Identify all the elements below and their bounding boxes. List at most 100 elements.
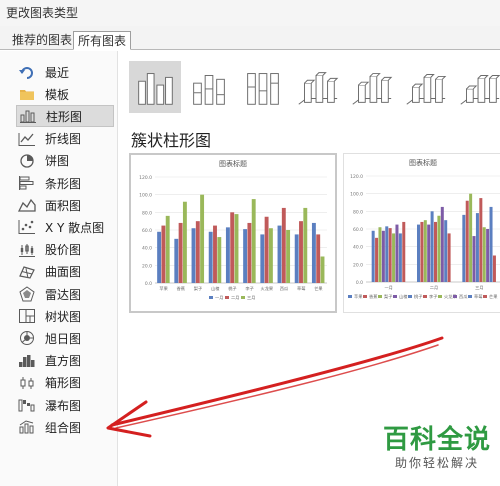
x-tick-label: 苹果 (159, 285, 168, 292)
bar (277, 225, 282, 283)
sidebar-item-8[interactable]: 股价图 (16, 239, 114, 261)
chart-preview-1-svg: 图表标题 0.0 20.0 40.0 60.0 80.0 100.0 120.0 苹果 香蕉 梨子 山… (139, 159, 327, 301)
bar (402, 221, 406, 282)
bar (264, 216, 269, 283)
bar (260, 234, 265, 283)
sidebar-item-4[interactable]: 饼图 (16, 150, 114, 172)
watermark-main: 百科全说 (382, 425, 491, 455)
y-tick-label: 100.0 (139, 193, 152, 199)
y-tick-label: 80.0 (142, 210, 152, 216)
bar (444, 220, 448, 282)
area-chart-icon (18, 197, 36, 213)
sidebar-item-label: 雷达图 (45, 287, 82, 302)
combo-chart-icon (18, 419, 36, 435)
sidebar-item-12[interactable]: 旭日图 (16, 327, 114, 349)
y-tick-label: 20.0 (142, 263, 152, 269)
sidebar-item-2[interactable]: 柱形图 (16, 105, 114, 128)
sidebar-item-3[interactable]: 折线图 (16, 128, 114, 150)
bar (234, 214, 239, 283)
x-tick-label: 李子 (245, 285, 253, 291)
3d-percent-stacked-column-subtype[interactable] (399, 61, 451, 113)
sidebar-item-10[interactable]: 雷达图 (16, 283, 114, 305)
bar (208, 231, 213, 283)
bar (320, 256, 325, 283)
sidebar-item-label: 饼图 (45, 154, 70, 169)
sidebar-item-13[interactable]: 直方图 (16, 350, 114, 372)
y-tick-label: 100.0 (350, 192, 363, 198)
chart-type-panel: 簇状柱形图 图表标题 0.0 20.0 40.0 60.0 80.0 100.0 120.0 苹… (119, 51, 500, 486)
y-tick-label: 40.0 (142, 246, 152, 252)
sidebar-item-6[interactable]: 面积图 (16, 194, 114, 216)
sidebar-item-7[interactable]: X Y 散点图 (16, 216, 114, 238)
bar (311, 222, 316, 283)
bar (472, 236, 476, 282)
sidebar-item-14[interactable]: 箱形图 (16, 372, 114, 394)
bar (371, 230, 375, 282)
y-tick-label: 120.0 (350, 174, 363, 180)
percent-stacked-column-subtype[interactable] (237, 61, 289, 113)
bar (243, 229, 248, 283)
clustered-column-subtype[interactable] (129, 61, 181, 113)
y-tick-label: 60.0 (353, 227, 363, 233)
bar (437, 215, 441, 282)
surface-chart-icon (18, 264, 36, 280)
tab-recommended-charts[interactable]: 推荐的图表 (8, 31, 76, 50)
legend-swatch (438, 295, 442, 298)
sidebar-item-11[interactable]: 树状图 (16, 305, 114, 327)
dialog-titlebar: 更改图表类型 (0, 0, 500, 26)
sidebar-item-label: 柱形图 (46, 109, 83, 124)
legend-label: 二月 (231, 295, 239, 301)
stacked-column-subtype[interactable] (183, 61, 235, 113)
sidebar-item-15[interactable]: 瀑布图 (16, 394, 114, 416)
legend-label: 一月 (215, 295, 223, 301)
legend-label: 香蕉 (369, 293, 377, 300)
chart-preview-2-svg: 图表标题 0.0 20.0 40.0 60.0 80.0 100.0 120.0 一月 二月 三月苹… (348, 158, 500, 300)
bar (417, 224, 420, 282)
sidebar-item-label: 树状图 (45, 309, 82, 324)
tab-all-charts[interactable]: 所有图表 (73, 31, 132, 50)
bar (378, 227, 382, 282)
chart-preview-1[interactable]: 图表标题 0.0 20.0 40.0 60.0 80.0 100.0 120.0 苹果 香蕉 梨子 山… (129, 153, 337, 313)
bar (174, 238, 179, 283)
legend-label: 梨子 (384, 293, 392, 300)
3d-column-subtype[interactable] (453, 61, 500, 113)
waterfall-chart-icon (18, 397, 36, 413)
bar (462, 214, 466, 282)
legend-label: 山楂 (399, 293, 408, 300)
legend-label: 桃子 (414, 293, 422, 300)
bar (385, 226, 389, 282)
bar (486, 229, 490, 282)
sidebar-item-label: 最近 (45, 65, 70, 80)
chart-preview-2[interactable]: 图表标题 0.0 20.0 40.0 60.0 80.0 100.0 120.0 一月 二月 三月苹… (343, 153, 500, 313)
bar (281, 207, 286, 283)
bar (381, 230, 385, 282)
bar (388, 228, 392, 282)
bar (392, 233, 396, 282)
3d-clustered-column-subtype[interactable] (291, 61, 343, 113)
bar (161, 225, 166, 283)
x-tick-label: 火龙果 (261, 285, 274, 292)
x-tick-label: 香蕉 (177, 285, 185, 292)
y-tick-label: 0.0 (145, 281, 152, 287)
sidebar-item-9[interactable]: 曲面图 (16, 261, 114, 283)
legend-swatch (241, 296, 245, 299)
sidebar-item-label: 旭日图 (45, 331, 82, 346)
sidebar-item-16[interactable]: 组合图 (16, 416, 114, 438)
bar (469, 193, 473, 282)
y-tick-label: 120.0 (139, 175, 152, 181)
chart-title: 图表标题 (219, 159, 247, 168)
legend-label: 苹果 (354, 293, 363, 300)
sidebar-item-5[interactable]: 条形图 (16, 172, 114, 194)
legend-swatch (393, 295, 397, 298)
bar (420, 221, 424, 282)
bar (395, 224, 399, 282)
chart-subtype-gallery (129, 61, 500, 113)
bar (423, 220, 427, 282)
sidebar-item-1[interactable]: 模板 (16, 83, 114, 105)
y-tick-label: 60.0 (142, 228, 152, 234)
legend-label: 三月 (247, 295, 255, 301)
3d-stacked-column-subtype[interactable] (345, 61, 397, 113)
legend-label: 李子 (429, 293, 437, 299)
sidebar-item-0[interactable]: 最近 (16, 61, 114, 83)
legend-swatch (483, 295, 487, 298)
